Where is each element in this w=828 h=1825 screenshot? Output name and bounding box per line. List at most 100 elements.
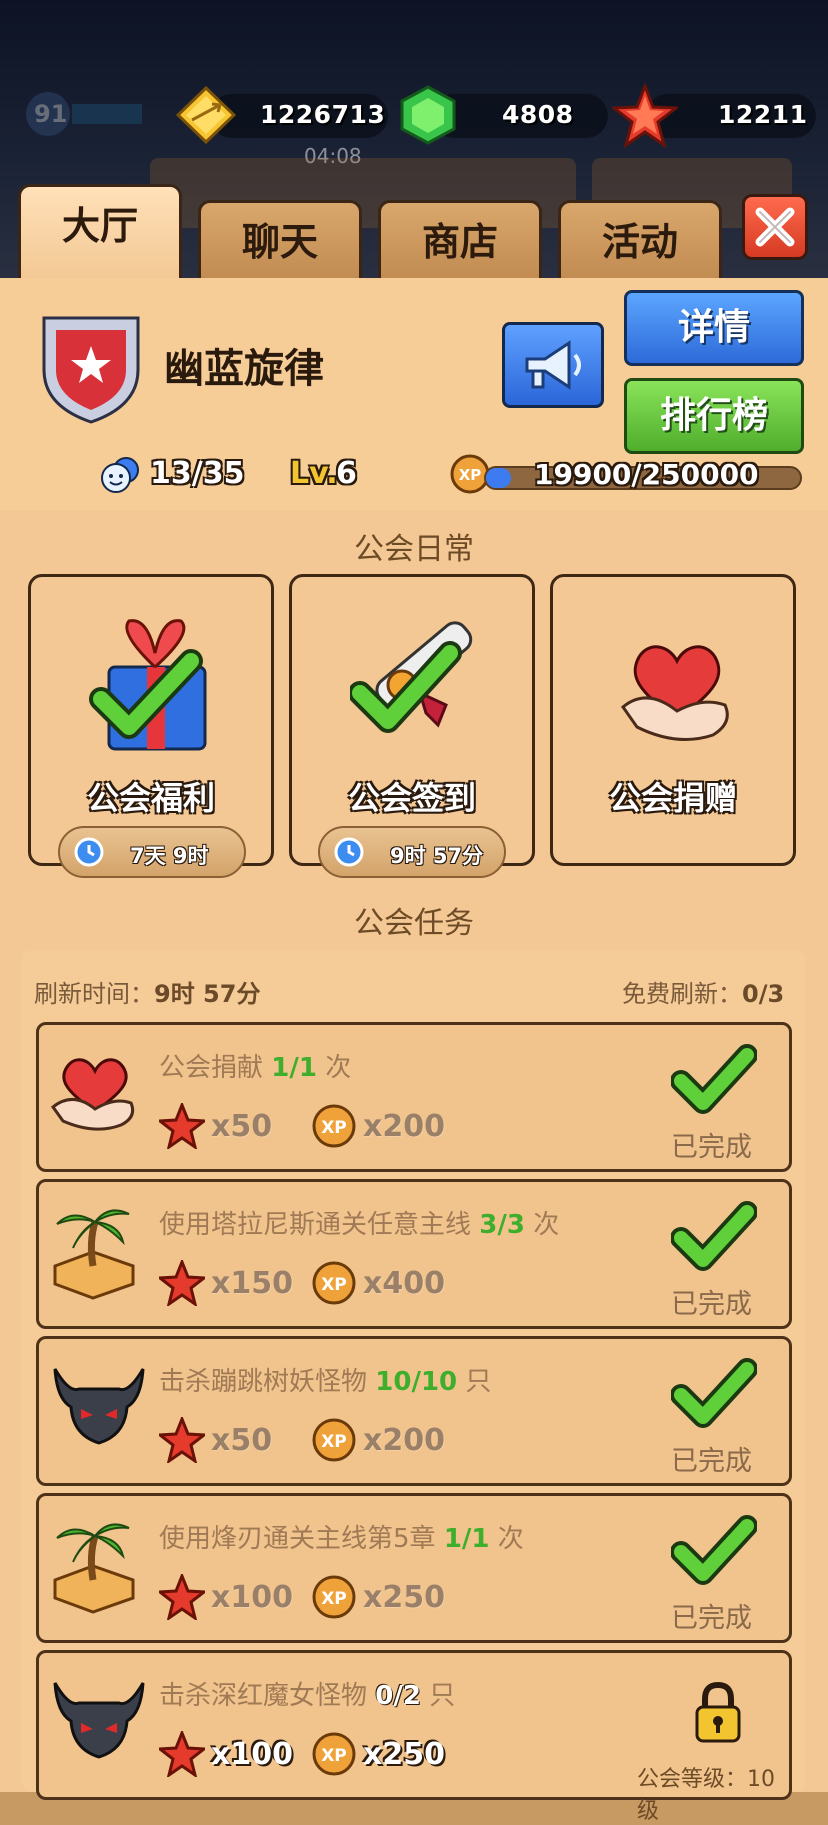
task-row[interactable]: 使用烽刃通关主线第5章 1/1 次 x100 XP x250 已完成 [36,1493,792,1643]
refresh-time-value: 9时 57分 [154,980,261,1008]
svg-text:XP: XP [459,466,482,484]
task-locked-mark [693,1681,743,1749]
checkmark-icon [670,1201,758,1271]
tab-chat[interactable]: 聊天 [198,200,362,280]
palm-island-icon [49,1202,139,1306]
guild-checkin-card[interactable]: 公会签到 [289,574,535,866]
guild-name: 幽蓝旋律 [164,346,324,392]
red-star-icon [155,1571,209,1622]
palm-island-icon [49,1516,139,1620]
clock-icon [334,837,364,867]
star-reward-icon-wrap [155,1571,209,1624]
star-reward-icon-wrap [155,1414,209,1467]
announcement-button[interactable] [502,322,604,408]
xp-reward: x200 [363,1109,445,1144]
refresh-time-label: 刷新时间： [34,980,154,1008]
level-value: 6 [336,456,357,491]
star-reward-icon-wrap [155,1100,209,1153]
guild-donate-card[interactable]: 公会捐赠 [550,574,796,866]
members-count-text: 13/35 [150,456,245,491]
xp-reward-icon-wrap: XP [311,1574,357,1624]
task-progress: 3/3 [479,1210,525,1240]
guild-donate-label: 公会捐赠 [608,779,737,817]
star-reward: x150 [211,1266,293,1301]
guild-welfare-card[interactable]: 公会福利 [28,574,274,866]
lock-icon [695,1681,741,1743]
guild-welfare-timer-text: 7天 9时 [130,844,209,868]
task-title: 使用塔拉尼斯通关任意主线 3/3 次 [159,1204,559,1241]
task-title-text: 击杀蹦跳树妖怪物 [159,1367,376,1397]
xp-reward-icon-wrap: XP [311,1417,357,1467]
horned-monster-icon-graphic [53,1368,145,1445]
tasks-section-title: 公会任务 [354,906,474,941]
task-complete-mark [670,1200,758,1278]
task-status: 已完成 [671,1132,752,1163]
task-progress: 1/1 [271,1053,317,1083]
task-title: 公会捐献 1/1 次 [159,1047,351,1084]
gift-check-icon [89,619,207,751]
level-prefix: Lv. [290,456,338,491]
xp-reward-icon-wrap: XP [311,1260,357,1310]
free-refresh-value: 0/3 [742,980,785,1008]
heart-hand-icon [49,1045,139,1145]
tab-shop[interactable]: 商店 [378,200,542,280]
task-unit: 只 [420,1681,456,1711]
task-row[interactable]: 公会捐献 1/1 次 x50 XP x200 已完成 [36,1022,792,1172]
task-row[interactable]: 使用塔拉尼斯通关任意主线 3/3 次 x150 XP x400 已完成 [36,1179,792,1329]
free-refresh-label: 免费刷新： [622,980,742,1008]
details-button[interactable]: 详情 [624,290,804,366]
svg-text:XP: XP [321,1589,347,1609]
star-reward-icon-wrap [155,1728,209,1781]
task-complete-mark [670,1043,758,1121]
task-status: 已完成 [671,1446,752,1477]
task-row[interactable]: 击杀蹦跳树妖怪物 10/10 只 x50 XP x200 已完成 [36,1336,792,1486]
xp-text: 19900/250000 [534,458,759,491]
xp-coin-icon: XP [312,1575,356,1619]
red-star-icon [155,1257,209,1308]
ranking-button[interactable]: 排行榜 [624,378,804,454]
xp-progress-fill [486,468,511,488]
task-title-text: 使用塔拉尼斯通关任意主线 [159,1210,480,1240]
task-status: 已完成 [671,1603,752,1634]
task-complete-mark [670,1514,758,1592]
task-title-text: 击杀深红魔女怪物 [159,1681,376,1711]
task-title: 击杀蹦跳树妖怪物 10/10 只 [159,1361,491,1398]
task-progress: 1/1 [443,1524,490,1554]
svg-text:XP: XP [321,1432,347,1452]
red-star-icon [155,1414,209,1465]
checkmark-icon [670,1515,758,1585]
members-count: 13/35 [100,452,244,496]
background-level-badge: 91 [22,92,142,136]
red-star-icon [612,84,678,149]
xp-reward: x400 [363,1266,445,1301]
xp-coin-icon: XP [312,1418,356,1462]
heart-hand-icon-graphic [50,1058,135,1131]
resource-gold: 1226713 [176,84,390,146]
task-progress: 10/10 [375,1367,458,1397]
megaphone-icon [525,340,581,390]
star-reward: x100 [211,1580,293,1615]
horned-monster-icon [49,1673,149,1767]
task-title-text: 使用烽刃通关主线第5章 [159,1524,444,1554]
xp-reward: x250 [363,1737,445,1772]
palm-island-icon-graphic [53,1209,135,1300]
guild-welfare-label: 公会福利 [86,779,215,817]
tab-lobby[interactable]: 大厅 [18,184,182,280]
task-status: 已完成 [671,1289,752,1320]
free-refresh[interactable]: 免费刷新：0/3 [622,974,784,1009]
resource-gold-value: 1226713 [260,100,386,129]
horned-monster-icon-graphic [53,1682,145,1759]
xp-coin-icon: XP [312,1732,356,1776]
task-complete-mark [670,1357,758,1435]
close-button[interactable] [742,194,808,260]
task-row[interactable]: 击杀深红魔女怪物 0/2 只 x100 XP x250 公会等级：10级 [36,1650,792,1824]
heart-hand-icon [620,645,729,741]
xp-reward: x200 [363,1423,445,1458]
guild-level: Lv. 6 [290,452,390,496]
task-progress: 0/2 [375,1681,421,1711]
gold-arrow-icon [176,85,236,145]
tab-events[interactable]: 活动 [558,200,722,280]
svg-text:XP: XP [321,1118,347,1138]
svg-text:XP: XP [321,1746,347,1766]
resource-star-value: 12211 [718,100,808,129]
